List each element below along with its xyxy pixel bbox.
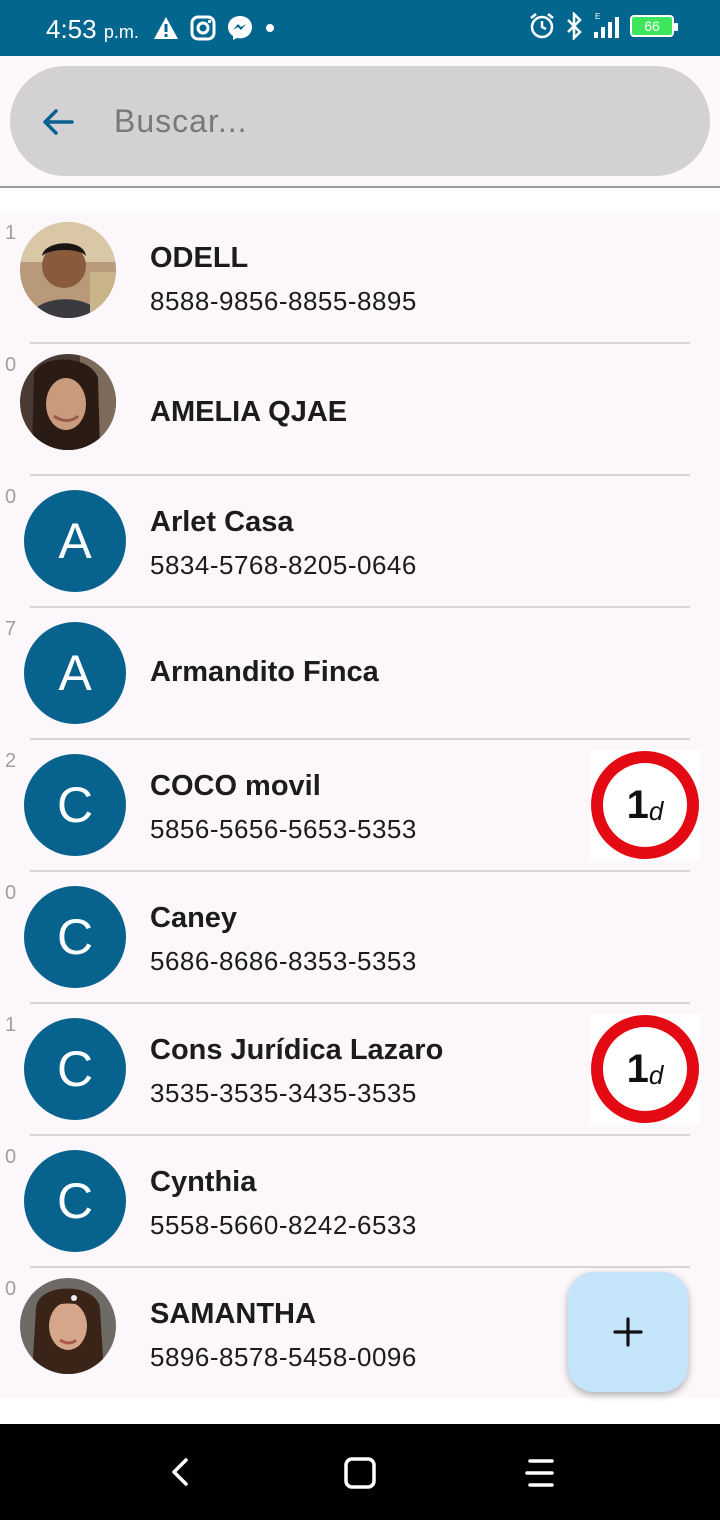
avatar xyxy=(20,1278,116,1374)
contact-count: 0 xyxy=(5,882,17,904)
time-text: 4:53 xyxy=(46,14,97,44)
contact-count: 0 xyxy=(5,354,17,376)
avatar-letter: C xyxy=(24,886,126,988)
contact-row[interactable]: 2 C COCO movil 5856-5656-5653-5353 1 d xyxy=(0,740,720,872)
search-input[interactable] xyxy=(114,96,674,146)
status-time: 4:53 p.m. xyxy=(46,14,139,45)
contact-phone: 5834-5768-8205-0646 xyxy=(150,550,417,580)
contact-phone: 8588-9856-8855-8895 xyxy=(150,286,417,316)
contact-count: 0 xyxy=(5,1146,17,1168)
contact-name: ODELL xyxy=(150,242,249,274)
contact-count: 0 xyxy=(5,1278,17,1300)
search-pill xyxy=(10,66,710,176)
back-icon[interactable] xyxy=(166,1456,196,1488)
badge-unit: d xyxy=(648,1059,664,1090)
messenger-icon xyxy=(228,16,252,40)
avatar xyxy=(20,354,116,450)
contact-count: 1 xyxy=(5,222,17,244)
contact-name: SAMANTHA xyxy=(150,1298,316,1330)
contact-phone: 5856-5656-5653-5353 xyxy=(150,814,417,844)
bluetooth-icon xyxy=(567,12,582,40)
alarm-icon xyxy=(530,13,554,39)
badge-unit: d xyxy=(648,795,664,826)
status-bar: 4:53 p.m. E 66 xyxy=(0,0,720,56)
contact-list: 1 ODELL 8588-9856-8855-8895 0 AMELIA QJA… xyxy=(0,212,720,1398)
contact-name: AMELIA QJAE xyxy=(150,396,348,428)
system-icons: E 66 xyxy=(528,12,678,40)
badge-ring: 1 d xyxy=(591,1015,699,1123)
days-badge: 1 d xyxy=(590,1014,700,1124)
dot-icon xyxy=(266,24,274,32)
badge-number: 1 xyxy=(626,1046,649,1091)
avatar-letter: C xyxy=(24,754,126,856)
menu-icon[interactable] xyxy=(522,1456,558,1490)
badge-number: 1 xyxy=(626,782,649,827)
contact-phone: 3535-3535-3435-3535 xyxy=(150,1078,417,1108)
contact-phone: 5686-8686-8353-5353 xyxy=(150,946,417,976)
notification-icons xyxy=(152,14,276,42)
add-contact-button[interactable] xyxy=(568,1272,688,1392)
contact-row[interactable]: 0 AMELIA QJAE xyxy=(0,344,720,476)
search-bar xyxy=(0,56,720,188)
avatar-letter: A xyxy=(24,622,126,724)
contact-count: 1 xyxy=(5,1014,17,1036)
contact-name: Cons Jurídica Lazaro xyxy=(150,1034,444,1066)
contact-row[interactable]: 1 C Cons Jurídica Lazaro 3535-3535-3435-… xyxy=(0,1004,720,1136)
back-arrow-icon[interactable] xyxy=(40,104,76,140)
plus-icon xyxy=(613,1317,643,1347)
contact-count: 0 xyxy=(5,486,17,508)
warning-icon xyxy=(154,17,178,39)
contact-name: COCO movil xyxy=(150,770,321,802)
contact-name: Armandito Finca xyxy=(150,656,379,688)
contact-row[interactable]: 1 ODELL 8588-9856-8855-8895 xyxy=(0,212,720,344)
contact-name: Cynthia xyxy=(150,1166,257,1198)
battery-icon: 66 xyxy=(630,15,678,37)
contact-row[interactable]: 0 A Arlet Casa 5834-5768-8205-0646 xyxy=(0,476,720,608)
avatar-letter: C xyxy=(24,1150,126,1252)
avatar-letter: C xyxy=(24,1018,126,1120)
contact-row[interactable]: 0 C Cynthia 5558-5660-8242-6533 xyxy=(0,1136,720,1268)
instagram-icon xyxy=(190,15,216,41)
svg-text:E: E xyxy=(595,12,600,21)
contact-row[interactable]: 7 A Armandito Finca xyxy=(0,608,720,740)
contact-phone: 5896-8578-5458-0096 xyxy=(150,1342,417,1372)
ampm-text: p.m. xyxy=(103,22,139,42)
avatar xyxy=(20,222,116,318)
home-icon[interactable] xyxy=(342,1456,378,1490)
days-badge: 1 d xyxy=(590,750,700,860)
avatar-letter: A xyxy=(24,490,126,592)
contact-name: Arlet Casa xyxy=(150,506,294,538)
battery-level: 66 xyxy=(644,18,660,34)
contact-phone: 5558-5660-8242-6533 xyxy=(150,1210,417,1240)
navigation-bar xyxy=(0,1424,720,1520)
contact-count: 7 xyxy=(5,618,17,640)
contact-count: 2 xyxy=(5,750,17,772)
signal-icon: E xyxy=(594,12,619,38)
badge-ring: 1 d xyxy=(591,751,699,859)
contact-name: Caney xyxy=(150,902,238,934)
contact-row[interactable]: 0 C Caney 5686-8686-8353-5353 xyxy=(0,872,720,1004)
